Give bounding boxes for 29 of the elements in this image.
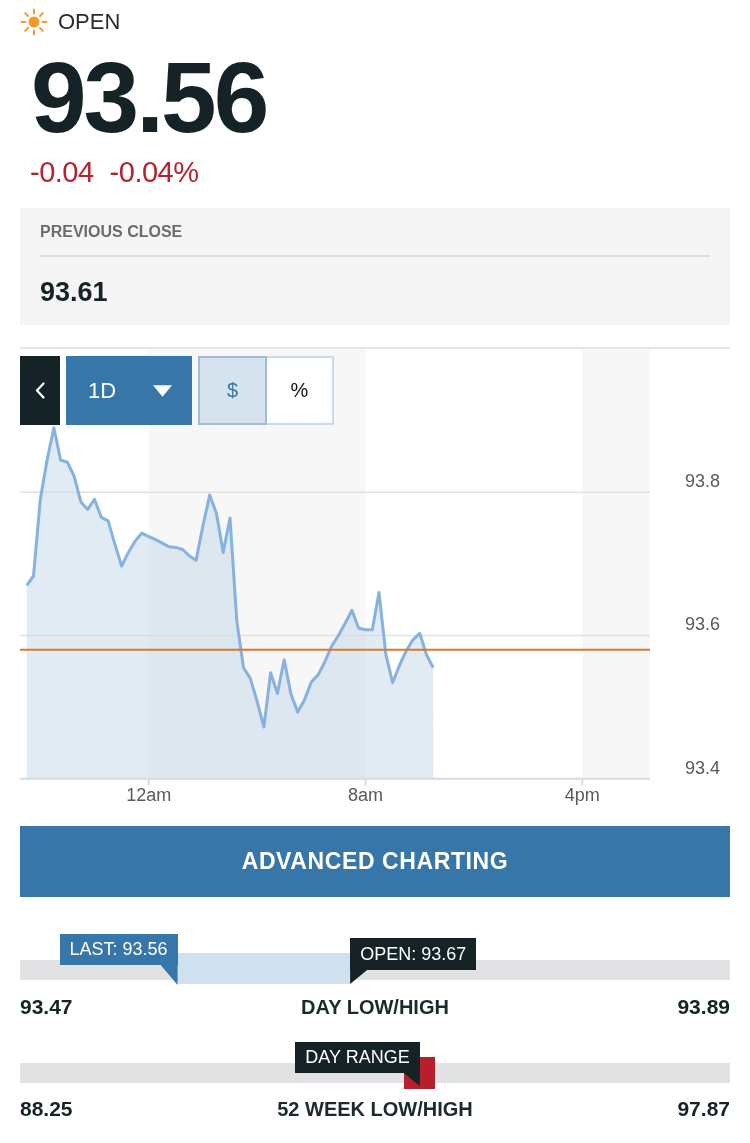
timeframe-dropdown[interactable]: 1D — [66, 356, 192, 425]
percent-change: -0.04% — [109, 157, 199, 187]
price-change: -0.04 — [30, 157, 94, 187]
x-axis-label: 4pm — [564, 785, 600, 805]
previous-close-label: PREVIOUS CLOSE — [40, 222, 183, 242]
x-axis-label: 8am — [348, 785, 383, 805]
previous-close-value: 93.61 — [40, 278, 108, 306]
x-axis-label: 12am — [126, 785, 172, 805]
last-price: 93.56 — [31, 47, 267, 147]
y-axis-label: 93.8 — [685, 471, 721, 492]
range-low-value: 93.47 — [20, 995, 73, 1019]
market-status: OPEN — [58, 8, 121, 36]
day-range-tag: DAY RANGE — [295, 1042, 420, 1073]
caret-icon — [153, 384, 172, 397]
range-title: 52 WEEK LOW/HIGH — [277, 1097, 473, 1121]
range-high-value: 93.89 — [677, 995, 730, 1019]
unit-tab[interactable]: $ — [198, 356, 267, 425]
advanced-charting-button[interactable]: ADVANCED CHARTING — [20, 826, 730, 897]
unit-tab[interactable]: % — [265, 356, 334, 425]
back-button[interactable] — [20, 356, 60, 425]
range-low-value: 88.25 — [20, 1097, 73, 1121]
y-axis-label: 93.4 — [685, 757, 721, 778]
range-title: DAY LOW/HIGH — [301, 995, 449, 1019]
range-high-value: 97.87 — [677, 1097, 730, 1121]
y-axis-label: 93.6 — [685, 614, 721, 635]
open-price-tag: OPEN: 93.67 — [350, 938, 477, 970]
last-price-tag: LAST: 93.56 — [59, 934, 178, 965]
chevron-left-icon — [35, 382, 45, 399]
sun-icon — [20, 8, 48, 36]
